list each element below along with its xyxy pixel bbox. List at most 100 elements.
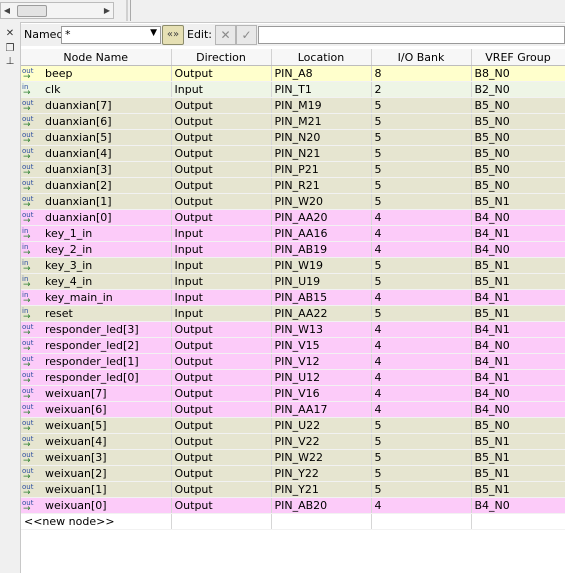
node-name-cell[interactable]: out → weixuan[4] [21, 433, 172, 450]
node-name-cell[interactable]: out → duanxian[6] [21, 113, 172, 130]
table-row[interactable]: in → key_4_in Input PIN_U19 5 B5_N1 [21, 273, 565, 290]
vref-group-cell[interactable]: B5_N0 [471, 177, 565, 194]
node-name-cell[interactable]: in → key_3_in [21, 257, 172, 274]
location-cell[interactable]: PIN_N21 [271, 145, 372, 162]
table-row[interactable]: out → responder_led[2] Output PIN_V15 4 B4_N0 [21, 337, 565, 354]
direction-cell[interactable]: Input [171, 225, 272, 242]
direction-cell[interactable]: Output [171, 449, 272, 466]
node-name-cell[interactable]: out → duanxian[7] [21, 97, 172, 114]
location-cell[interactable]: PIN_A8 [271, 65, 372, 82]
io-bank-cell[interactable]: 5 [371, 145, 472, 162]
location-cell[interactable]: PIN_P21 [271, 161, 372, 178]
horizontal-scrollbar[interactable]: ◀ ▶ [0, 2, 114, 19]
vref-group-cell[interactable]: B4_N0 [471, 497, 565, 514]
location-cell[interactable]: PIN_U19 [271, 273, 372, 290]
node-name-cell[interactable]: out → weixuan[1] [21, 481, 172, 498]
location-cell[interactable]: PIN_U12 [271, 369, 372, 386]
location-cell[interactable]: PIN_W20 [271, 193, 372, 210]
location-cell[interactable]: PIN_U22 [271, 417, 372, 434]
direction-cell[interactable]: Output [171, 385, 272, 402]
vref-group-cell[interactable]: B4_N0 [471, 241, 565, 258]
empty-cell[interactable] [271, 513, 372, 530]
node-name-cell[interactable]: out → duanxian[2] [21, 177, 172, 194]
io-bank-cell[interactable]: 5 [371, 161, 472, 178]
location-cell[interactable]: PIN_T1 [271, 81, 372, 98]
empty-cell[interactable] [471, 513, 565, 530]
direction-cell[interactable]: Output [171, 97, 272, 114]
node-name-cell[interactable]: out → weixuan[6] [21, 401, 172, 418]
io-bank-cell[interactable]: 5 [371, 481, 472, 498]
location-cell[interactable]: PIN_M21 [271, 113, 372, 130]
io-bank-cell[interactable]: 5 [371, 193, 472, 210]
node-name-cell[interactable]: in → reset [21, 305, 172, 322]
vref-group-cell[interactable]: B5_N1 [471, 257, 565, 274]
location-cell[interactable]: PIN_W19 [271, 257, 372, 274]
node-name-cell[interactable]: in → key_main_in [21, 289, 172, 306]
io-bank-cell[interactable]: 5 [371, 129, 472, 146]
io-bank-cell[interactable]: 5 [371, 113, 472, 130]
vref-group-cell[interactable]: B5_N0 [471, 417, 565, 434]
table-row[interactable]: out → weixuan[4] Output PIN_V22 5 B5_N1 [21, 433, 565, 450]
empty-cell[interactable] [171, 513, 272, 530]
vref-group-cell[interactable]: B4_N0 [471, 337, 565, 354]
table-row[interactable]: out → weixuan[0] Output PIN_AB20 4 B4_N0 [21, 497, 565, 514]
direction-cell[interactable]: Output [171, 209, 272, 226]
named-filter-combo[interactable]: * ▼ [61, 26, 161, 44]
location-cell[interactable]: PIN_M19 [271, 97, 372, 114]
table-row[interactable]: out → weixuan[2] Output PIN_Y22 5 B5_N1 [21, 465, 565, 482]
vref-group-cell[interactable]: B5_N1 [471, 433, 565, 450]
vref-group-cell[interactable]: B5_N1 [471, 305, 565, 322]
location-cell[interactable]: PIN_W13 [271, 321, 372, 338]
io-bank-cell[interactable]: 4 [371, 241, 472, 258]
node-name-cell[interactable]: out → weixuan[7] [21, 385, 172, 402]
new-node-row[interactable]: <<new node>> [21, 513, 565, 530]
table-row[interactable]: out → weixuan[1] Output PIN_Y21 5 B5_N1 [21, 481, 565, 498]
node-name-cell[interactable]: out → duanxian[1] [21, 193, 172, 210]
location-cell[interactable]: PIN_N20 [271, 129, 372, 146]
table-row[interactable]: out → duanxian[0] Output PIN_AA20 4 B4_N0 [21, 209, 565, 226]
direction-cell[interactable]: Output [171, 145, 272, 162]
location-cell[interactable]: PIN_Y21 [271, 481, 372, 498]
vref-group-cell[interactable]: B4_N0 [471, 209, 565, 226]
table-row[interactable]: in → key_2_in Input PIN_AB19 4 B4_N0 [21, 241, 565, 258]
location-cell[interactable]: PIN_AA22 [271, 305, 372, 322]
direction-cell[interactable]: Input [171, 241, 272, 258]
io-bank-cell[interactable]: 5 [371, 177, 472, 194]
node-name-cell[interactable]: in → key_4_in [21, 273, 172, 290]
vref-group-cell[interactable]: B4_N1 [471, 289, 565, 306]
new-node-cell[interactable]: <<new node>> [21, 513, 172, 530]
io-bank-cell[interactable]: 5 [371, 273, 472, 290]
node-name-cell[interactable]: out → duanxian[0] [21, 209, 172, 226]
io-bank-cell[interactable]: 4 [371, 401, 472, 418]
close-icon[interactable]: ✕ [4, 28, 16, 40]
vref-group-cell[interactable]: B5_N1 [471, 465, 565, 482]
table-row[interactable]: out → weixuan[3] Output PIN_W22 5 B5_N1 [21, 449, 565, 466]
direction-cell[interactable]: Output [171, 193, 272, 210]
chevron-down-icon[interactable]: ▼ [150, 28, 157, 38]
direction-cell[interactable]: Output [171, 321, 272, 338]
table-row[interactable]: out → duanxian[2] Output PIN_R21 5 B5_N0 [21, 177, 565, 194]
direction-cell[interactable]: Input [171, 305, 272, 322]
location-cell[interactable]: PIN_AA20 [271, 209, 372, 226]
empty-cell[interactable] [371, 513, 472, 530]
vref-group-cell[interactable]: B5_N0 [471, 113, 565, 130]
table-row[interactable]: out → duanxian[5] Output PIN_N20 5 B5_N0 [21, 129, 565, 146]
node-name-cell[interactable]: out → responder_led[3] [21, 321, 172, 338]
io-bank-cell[interactable]: 5 [371, 97, 472, 114]
scroll-left-icon[interactable]: ◀ [1, 3, 13, 18]
column-header-node-name[interactable]: Node Name [21, 49, 172, 66]
location-cell[interactable]: PIN_AB15 [271, 289, 372, 306]
node-name-cell[interactable]: out → responder_led[1] [21, 353, 172, 370]
io-bank-cell[interactable]: 5 [371, 433, 472, 450]
float-icon[interactable]: ❐ [4, 43, 16, 55]
io-bank-cell[interactable]: 5 [371, 465, 472, 482]
table-row[interactable]: in → reset Input PIN_AA22 5 B5_N1 [21, 305, 565, 322]
column-header-location[interactable]: Location [271, 49, 372, 66]
scroll-right-icon[interactable]: ▶ [101, 3, 113, 18]
direction-cell[interactable]: Output [171, 497, 272, 514]
location-cell[interactable]: PIN_V15 [271, 337, 372, 354]
direction-cell[interactable]: Output [171, 113, 272, 130]
io-bank-cell[interactable]: 4 [371, 385, 472, 402]
vref-group-cell[interactable]: B5_N0 [471, 161, 565, 178]
direction-cell[interactable]: Input [171, 289, 272, 306]
